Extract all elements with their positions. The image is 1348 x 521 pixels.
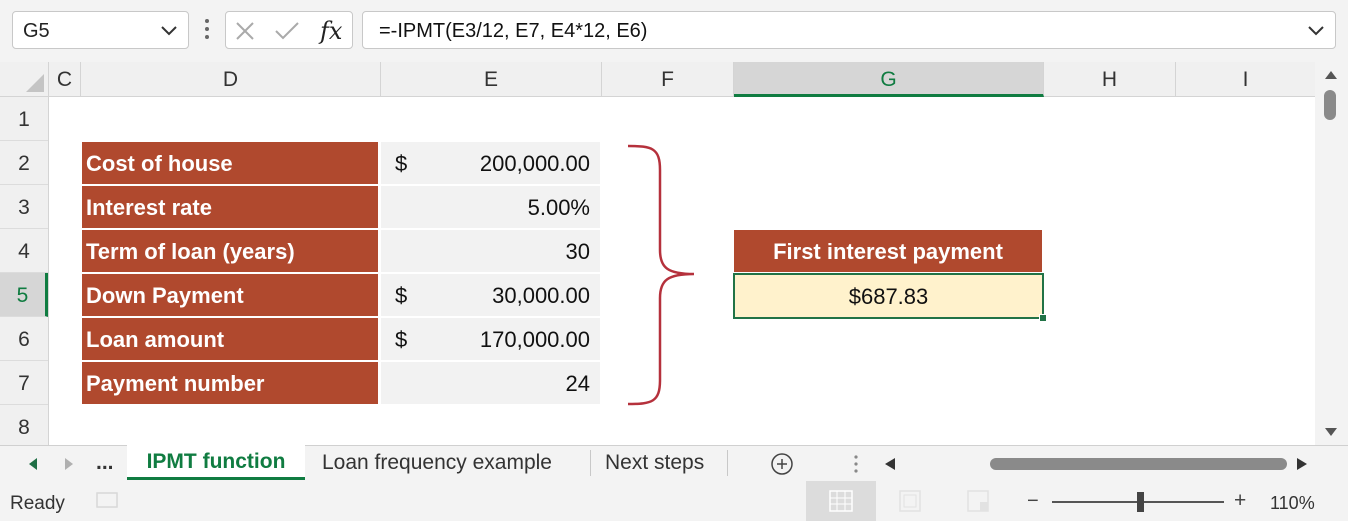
normal-view-button[interactable]	[806, 481, 876, 521]
cell-value: 30,000.00	[492, 283, 590, 308]
row-header[interactable]: 8	[0, 405, 48, 445]
selected-result-cell[interactable]: $687.83	[733, 273, 1044, 319]
formula-bar: G5 fx =-IPMT(E3/12, E7, E4*12, E6)	[0, 0, 1348, 62]
cell-value: 200,000.00	[479, 151, 590, 176]
scroll-down-arrow-icon[interactable]	[1324, 427, 1338, 437]
fill-handle[interactable]	[1039, 314, 1047, 322]
cell-value: 24	[565, 371, 590, 396]
column-header-g[interactable]: G	[734, 62, 1044, 97]
table-label-cell[interactable]: Down Payment	[82, 274, 378, 316]
formula-text: =-IPMT(E3/12, E7, E4*12, E6)	[379, 20, 648, 42]
result-header-cell[interactable]: First interest payment	[734, 230, 1042, 272]
scroll-left-arrow-icon[interactable]	[884, 457, 896, 471]
cancel-icon[interactable]	[234, 20, 256, 42]
currency-symbol: $	[395, 151, 408, 176]
add-sheet-icon[interactable]	[770, 452, 794, 476]
row-header[interactable]: 6	[0, 317, 48, 361]
row-header[interactable]: 2	[0, 141, 48, 185]
row-header[interactable]: 3	[0, 185, 48, 229]
tab-splitter-icon[interactable]	[853, 454, 859, 474]
table-label-cell[interactable]: Cost of house	[82, 142, 378, 184]
currency-symbol: $	[395, 327, 408, 352]
tab-separator	[590, 450, 591, 476]
table-value-cell[interactable]: $30,000.00	[381, 274, 600, 316]
chevron-down-icon[interactable]	[158, 19, 180, 41]
row-header[interactable]: 7	[0, 361, 48, 405]
column-header-f[interactable]: F	[602, 62, 734, 97]
column-header-i[interactable]: I	[1176, 62, 1315, 97]
currency-symbol: $	[395, 283, 408, 308]
formula-input[interactable]: =-IPMT(E3/12, E7, E4*12, E6)	[362, 11, 1336, 49]
svg-text:fx: fx	[318, 17, 343, 45]
status-bar: Ready − + 110%	[0, 481, 1348, 521]
zoom-out-button[interactable]: −	[1027, 490, 1039, 513]
table-label-cell[interactable]: Interest rate	[82, 186, 378, 228]
page-layout-view-icon[interactable]	[898, 490, 922, 512]
horizontal-scroll-thumb[interactable]	[990, 458, 1287, 470]
cell-value: 30	[565, 239, 590, 264]
tab-separator	[727, 450, 728, 476]
table-value-cell[interactable]: 5.00%	[381, 186, 600, 228]
page-break-preview-icon[interactable]	[966, 490, 990, 512]
tab-loan-frequency-example[interactable]: Loan frequency example	[322, 446, 552, 479]
table-label-cell[interactable]: Payment number	[82, 362, 378, 404]
row-header[interactable]: 4	[0, 229, 48, 273]
table-value-cell[interactable]: $200,000.00	[381, 142, 600, 184]
vertical-scrollbar[interactable]	[1315, 62, 1348, 445]
column-header-c[interactable]: C	[49, 62, 81, 97]
cell-value: 5.00%	[527, 195, 590, 220]
zoom-level[interactable]: 110%	[1270, 493, 1315, 514]
expand-formula-chevron-icon[interactable]	[1305, 19, 1327, 41]
accessibility-icon[interactable]	[96, 491, 118, 509]
enter-check-icon[interactable]	[274, 20, 300, 42]
select-all-triangle-icon	[26, 74, 44, 92]
row-headers: 1 2 3 4 5 6 7 8	[0, 97, 49, 445]
row-header[interactable]: 5	[0, 273, 48, 317]
name-box-value: G5	[23, 20, 50, 42]
tab-next-steps[interactable]: Next steps	[605, 446, 704, 479]
scroll-up-arrow-icon[interactable]	[1324, 70, 1338, 80]
insert-function-icon[interactable]: fx	[318, 16, 346, 46]
next-sheet-arrow-icon[interactable]	[64, 457, 74, 471]
column-header-e[interactable]: E	[381, 62, 602, 97]
zoom-in-button[interactable]: +	[1234, 489, 1246, 513]
column-headers: C D E F G H I	[49, 62, 1315, 97]
table-value-cell[interactable]: $170,000.00	[381, 318, 600, 360]
formula-buttons: fx	[225, 11, 353, 49]
table-value-cell[interactable]: 24	[381, 362, 600, 404]
vertical-scroll-thumb[interactable]	[1324, 90, 1336, 120]
zoom-slider-thumb[interactable]	[1137, 492, 1144, 512]
select-all-corner[interactable]	[0, 62, 49, 97]
worksheet-grid[interactable]: C D E F G H I 1 2 3 4 5 6 7 8 Cost of ho…	[0, 62, 1315, 445]
cell-value: 170,000.00	[479, 327, 590, 352]
curly-brace-shape	[627, 144, 695, 406]
status-text: Ready	[10, 493, 65, 514]
grip-dots-icon[interactable]	[203, 17, 211, 41]
sheet-tab-bar: ... IPMT function Loan frequency example…	[0, 445, 1348, 481]
previous-sheet-arrow-icon[interactable]	[28, 457, 38, 471]
column-header-d[interactable]: D	[81, 62, 381, 97]
scroll-right-arrow-icon[interactable]	[1296, 457, 1308, 471]
table-label-cell[interactable]: Loan amount	[82, 318, 378, 360]
row-header[interactable]: 1	[0, 97, 48, 141]
more-sheets-ellipsis[interactable]: ...	[96, 446, 114, 479]
tab-ipmt-function[interactable]: IPMT function	[127, 445, 305, 480]
normal-view-icon	[829, 490, 853, 512]
table-label-cell[interactable]: Term of loan (years)	[82, 230, 378, 272]
table-value-cell[interactable]: 30	[381, 230, 600, 272]
column-header-h[interactable]: H	[1044, 62, 1176, 97]
name-box[interactable]: G5	[12, 11, 189, 49]
